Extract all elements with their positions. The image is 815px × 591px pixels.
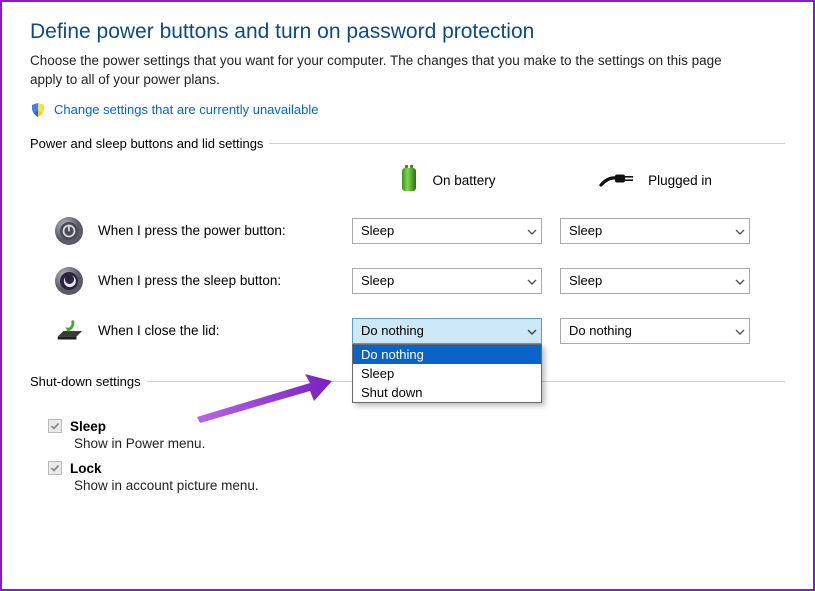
lock-checkbox <box>48 461 62 475</box>
sleep-button-plugged-in-select[interactable]: Sleep <box>560 268 750 294</box>
sleep-checkbox <box>48 419 62 433</box>
power-button-plugged-in-select[interactable]: Sleep <box>560 218 750 244</box>
option-do-nothing[interactable]: Do nothing <box>353 345 541 364</box>
plug-icon <box>598 169 636 192</box>
page-description: Choose the power settings that you want … <box>30 52 730 90</box>
chevron-down-icon <box>735 227 743 235</box>
sleep-button-icon <box>54 266 84 296</box>
power-button-on-battery-select[interactable]: Sleep <box>352 218 542 244</box>
lock-checkbox-sub: Show in account picture menu. <box>74 478 785 493</box>
close-lid-plugged-in-select[interactable]: Do nothing <box>560 318 750 344</box>
close-lid-on-battery-option-list: Do nothing Sleep Shut down <box>352 344 542 403</box>
shield-icon <box>30 102 46 118</box>
battery-icon <box>398 165 420 196</box>
close-lid-icon <box>54 316 84 346</box>
change-settings-link[interactable]: Change settings that are currently unava… <box>54 102 319 117</box>
close-lid-row-label: When I close the lid: <box>30 316 334 346</box>
chevron-down-icon <box>735 327 743 335</box>
plugged-in-column-header: Plugged in <box>560 169 750 192</box>
page-title: Define power buttons and turn on passwor… <box>30 20 785 44</box>
close-lid-on-battery-select[interactable]: Do nothing Do nothing Sleep Shut down <box>352 318 542 344</box>
lock-checkbox-label: Lock <box>70 461 102 476</box>
chevron-down-icon <box>527 227 535 235</box>
power-button-icon <box>54 216 84 246</box>
sleep-checkbox-label: Sleep <box>70 419 106 434</box>
chevron-down-icon <box>735 277 743 285</box>
on-battery-column-header: On battery <box>352 165 542 196</box>
chevron-down-icon <box>527 277 535 285</box>
chevron-down-icon <box>527 327 535 335</box>
sleep-button-row-label: When I press the sleep button: <box>30 266 334 296</box>
power-button-row-label: When I press the power button: <box>30 216 334 246</box>
sleep-button-on-battery-select[interactable]: Sleep <box>352 268 542 294</box>
power-sleep-lid-section-header: Power and sleep buttons and lid settings <box>30 136 785 151</box>
option-sleep[interactable]: Sleep <box>353 364 541 383</box>
sleep-checkbox-sub: Show in Power menu. <box>74 436 785 451</box>
option-shut-down[interactable]: Shut down <box>353 383 541 402</box>
